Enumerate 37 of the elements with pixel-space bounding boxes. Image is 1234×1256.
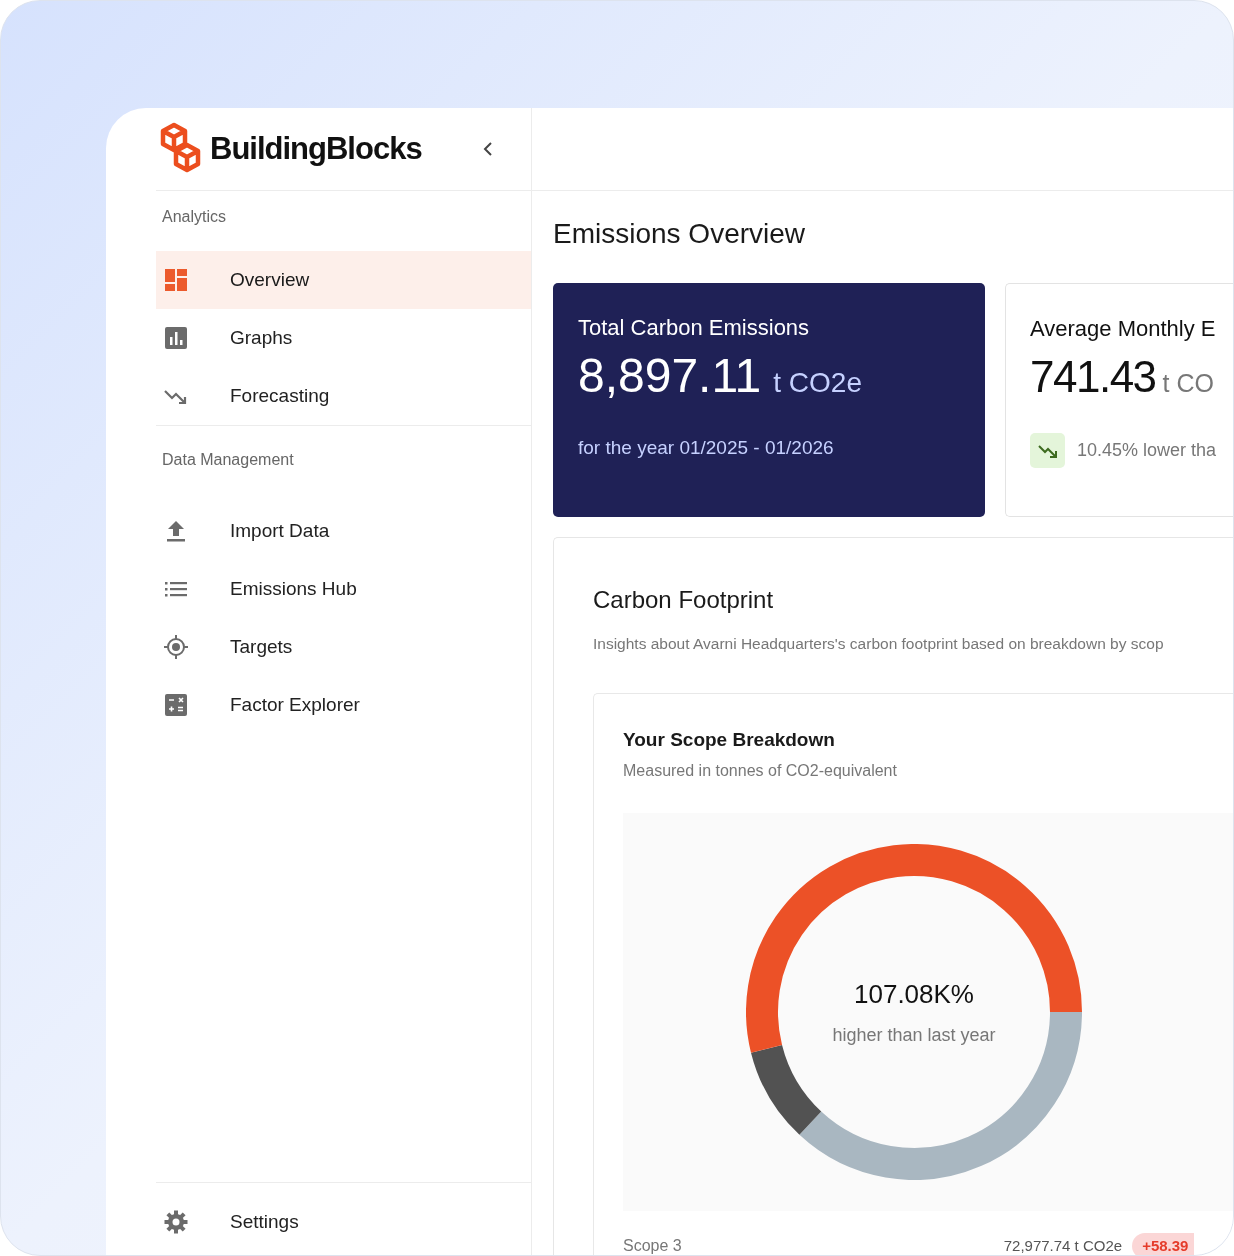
section-subtitle: Insights about Avarni Headquarters's carbon footprint based on breakdown by scop [593,634,1165,654]
stat-unit: t CO2e [773,366,862,400]
stat-title: Average Monthly E [1030,315,1217,343]
dashboard-icon [164,268,188,292]
stat-value: 741.43 [1030,351,1156,403]
target-icon [164,635,188,659]
stat-note: for the year 01/2025 - 01/2026 [578,436,835,460]
collapse-chevron-icon[interactable] [481,141,494,157]
section-heading: Analytics [161,207,228,227]
stat-unit: t CO [1162,368,1214,399]
nav-item[interactable]: Targets [156,618,531,676]
trend-text: 10.45% lower tha [1077,439,1217,462]
breakdown-title: Your Scope Breakdown [623,728,836,753]
donut-center-value: 107.08K% [854,977,974,1011]
upload-icon [164,519,188,543]
nav-item[interactable]: Emissions Hub [156,560,531,618]
calculator-icon [164,693,188,717]
stat-title: Total Carbon Emissions [578,314,811,342]
nav-item[interactable]: Graphs [156,309,531,367]
breakdown-subtitle: Measured in tonnes of CO2-equivalent [623,760,898,781]
settings-icon [164,1210,188,1234]
change-badge: +58.39 [1132,1232,1195,1255]
donut-center-label: higher than last year [832,1023,996,1047]
scope-label: Scope 3 [623,1236,682,1255]
stat-value: 8,897.11 [578,348,762,404]
bar-chart-icon [164,326,188,350]
section-title: Carbon Footprint [593,585,775,615]
section-heading: Data Management [161,450,295,470]
nav-item[interactable]: Overview [156,251,531,309]
trending-down-icon [1037,443,1058,458]
scope-value: 72,977.74 t CO2e [1003,1235,1123,1255]
brand-name: BuildingBlocks [210,129,422,168]
nav-item[interactable]: Factor Explorer [156,676,531,734]
nav-item[interactable]: Settings [156,1193,531,1251]
page-title: Emissions Overview [553,217,807,251]
nav-item[interactable]: Forecasting [156,367,531,425]
nav-item[interactable]: Import Data [156,502,531,560]
